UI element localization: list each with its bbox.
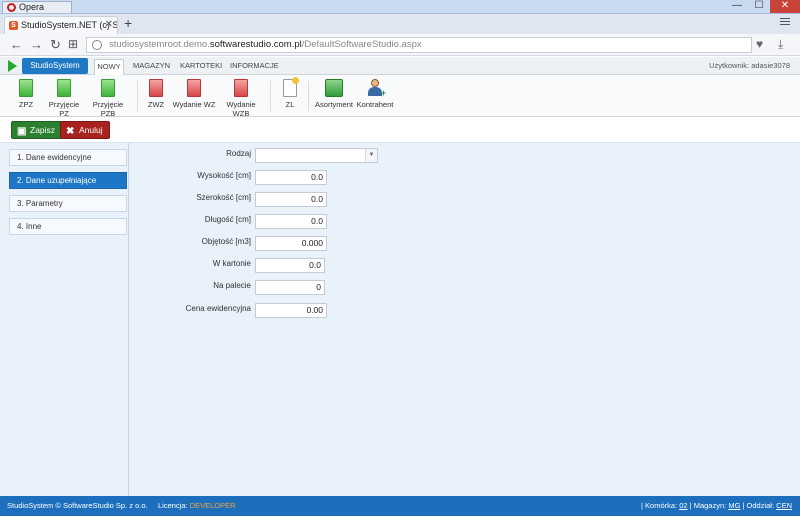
tab-magazyn[interactable]: MAGAZYN <box>133 59 170 75</box>
site-info-icon[interactable] <box>92 40 102 50</box>
brand-button[interactable]: StudioSystem <box>22 58 88 74</box>
sidebar-item-dane-uzupelniajace[interactable]: 2. Dane uzupełniające <box>9 172 127 189</box>
sidebar: 1. Dane ewidencyjne 2. Dane uzupełniając… <box>0 143 129 496</box>
status-bar: StudioSystem © SoftwareStudio Sp. z o.o.… <box>0 496 800 516</box>
green-document-icon <box>57 79 71 97</box>
na-palecie-label: Na palecie <box>213 281 251 290</box>
opera-menu-button[interactable]: Opera <box>2 1 72 13</box>
reload-icon[interactable]: ↻ <box>50 37 61 53</box>
oddzial-link[interactable]: CEN <box>776 501 792 510</box>
back-icon[interactable]: ← <box>10 37 23 52</box>
play-icon[interactable] <box>8 60 17 72</box>
sidebar-item-parametry[interactable]: 3. Parametry <box>9 195 127 212</box>
minimize-button[interactable]: — <box>726 0 748 13</box>
chevron-down-icon[interactable]: ▼ <box>365 149 377 162</box>
tab-close-icon[interactable]: ✕ <box>105 17 113 33</box>
green-document-icon <box>19 79 33 97</box>
os-title-bar: Opera — ☐ ✕ <box>0 0 800 14</box>
save-icon: ▣ <box>17 126 27 137</box>
tab-informacje[interactable]: INFORMACJE <box>230 59 279 75</box>
tab-kartoteki[interactable]: KARTOTEKI <box>180 59 222 75</box>
user-label: Użytkownik: adasie3078 <box>709 61 790 70</box>
green-document-icon <box>101 79 115 97</box>
zl-button[interactable]: ZL <box>278 77 302 109</box>
dlugosc-input[interactable]: 0.0 <box>255 214 327 229</box>
copyright-text: StudioSystem © SoftwareStudio Sp. z o.o. <box>7 501 148 510</box>
close-window-button[interactable]: ✕ <box>770 0 800 13</box>
zwz-button[interactable]: ZWZ <box>144 79 168 109</box>
ribbon-toolbar: ZPZ Przyjęcie PZ Przyjęcie PZB ZWZ Wydan… <box>0 75 800 118</box>
sidebar-item-inne[interactable]: 4. Inne <box>9 218 127 235</box>
action-bar: ▣ Zapisz ✖ Anuluj <box>0 117 800 143</box>
url-input[interactable]: studiosystemroot.demo.softwarestudio.com… <box>86 37 752 53</box>
przyjecie-pzb-button[interactable]: Przyjęcie PZB <box>86 79 130 118</box>
szerokosc-input[interactable]: 0.0 <box>255 192 327 207</box>
forward-icon[interactable]: → <box>30 37 43 52</box>
rodzaj-select[interactable]: ▼ <box>255 148 378 163</box>
komorka-link[interactable]: 02 <box>679 501 687 510</box>
new-tab-button[interactable]: + <box>124 15 132 31</box>
w-kartonie-input[interactable]: 0.0 <box>255 258 325 273</box>
opera-label: Opera <box>19 2 45 12</box>
cancel-x-icon: ✖ <box>66 126 75 137</box>
kontrahent-button[interactable]: + Kontrahent <box>356 79 394 109</box>
objetosc-label: Objętość [m3] <box>201 237 251 246</box>
opera-logo-icon <box>7 3 16 12</box>
assortment-box-icon <box>325 79 343 97</box>
asortyment-button[interactable]: Asortyment <box>314 79 354 109</box>
sidebar-item-dane-ewidencyjne[interactable]: 1. Dane ewidencyjne <box>9 149 127 166</box>
add-contractor-icon: + <box>366 79 386 98</box>
cancel-button[interactable]: ✖ Anuluj <box>60 121 110 139</box>
ribbon-separator <box>137 81 138 111</box>
ribbon-separator <box>308 81 309 111</box>
tab-title: StudioSystem.NET (c) Soft <box>21 20 118 30</box>
red-document-icon <box>149 79 163 97</box>
license-info: Licencja: DEVELOPER <box>158 501 236 510</box>
cena-ewidencyjna-label: Cena ewidencyjna <box>185 304 251 313</box>
browser-tab[interactable]: S StudioSystem.NET (c) Soft ✕ <box>4 16 118 34</box>
speed-dial-icon[interactable]: ⊞ <box>68 37 78 51</box>
rodzaj-label: Rodzaj <box>226 149 251 158</box>
red-document-icon <box>234 79 248 97</box>
objetosc-input[interactable]: 0.000 <box>255 236 327 251</box>
app-menu-bar: StudioSystem NOWY MAGAZYN KARTOTEKI INFO… <box>0 57 800 75</box>
browser-tab-bar: S StudioSystem.NET (c) Soft ✕ + <box>0 14 800 34</box>
bookmark-heart-icon[interactable]: ♥ <box>756 37 763 51</box>
ribbon-separator <box>270 81 271 111</box>
dlugosc-label: Długość [cm] <box>204 215 251 224</box>
wysokosc-label: Wysokość [cm] <box>197 171 251 180</box>
save-button[interactable]: ▣ Zapisz <box>11 121 63 139</box>
przyjecie-pz-button[interactable]: Przyjęcie PZ <box>44 79 84 118</box>
wysokosc-input[interactable]: 0.0 <box>255 170 327 185</box>
tab-menu-icon[interactable] <box>780 18 790 28</box>
na-palecie-input[interactable]: 0 <box>255 280 325 295</box>
zpz-button[interactable]: ZPZ <box>12 79 40 109</box>
magazyn-link[interactable]: MG <box>728 501 740 510</box>
wydanie-wz-button[interactable]: Wydanie WZ <box>172 79 216 109</box>
location-info: | Komórka: 02 | Magazyn: MG | Oddział: C… <box>641 501 792 510</box>
address-bar: ← → ↻ ⊞ studiosystemroot.demo.softwarest… <box>0 34 800 56</box>
cena-ewidencyjna-input[interactable]: 0.00 <box>255 303 327 318</box>
maximize-button[interactable]: ☐ <box>748 0 770 13</box>
szerokosc-label: Szerokość [cm] <box>196 193 251 202</box>
main-content: 1. Dane ewidencyjne 2. Dane uzupełniając… <box>0 143 800 496</box>
w-kartonie-label: W kartonie <box>212 259 251 268</box>
wydanie-wzb-button[interactable]: Wydanie WZB <box>218 79 264 118</box>
tab-nowy[interactable]: NOWY <box>94 59 124 75</box>
new-document-icon <box>283 77 299 97</box>
red-document-icon <box>187 79 201 97</box>
site-favicon-icon: S <box>9 21 18 30</box>
download-icon[interactable]: ⤓ <box>778 37 783 52</box>
